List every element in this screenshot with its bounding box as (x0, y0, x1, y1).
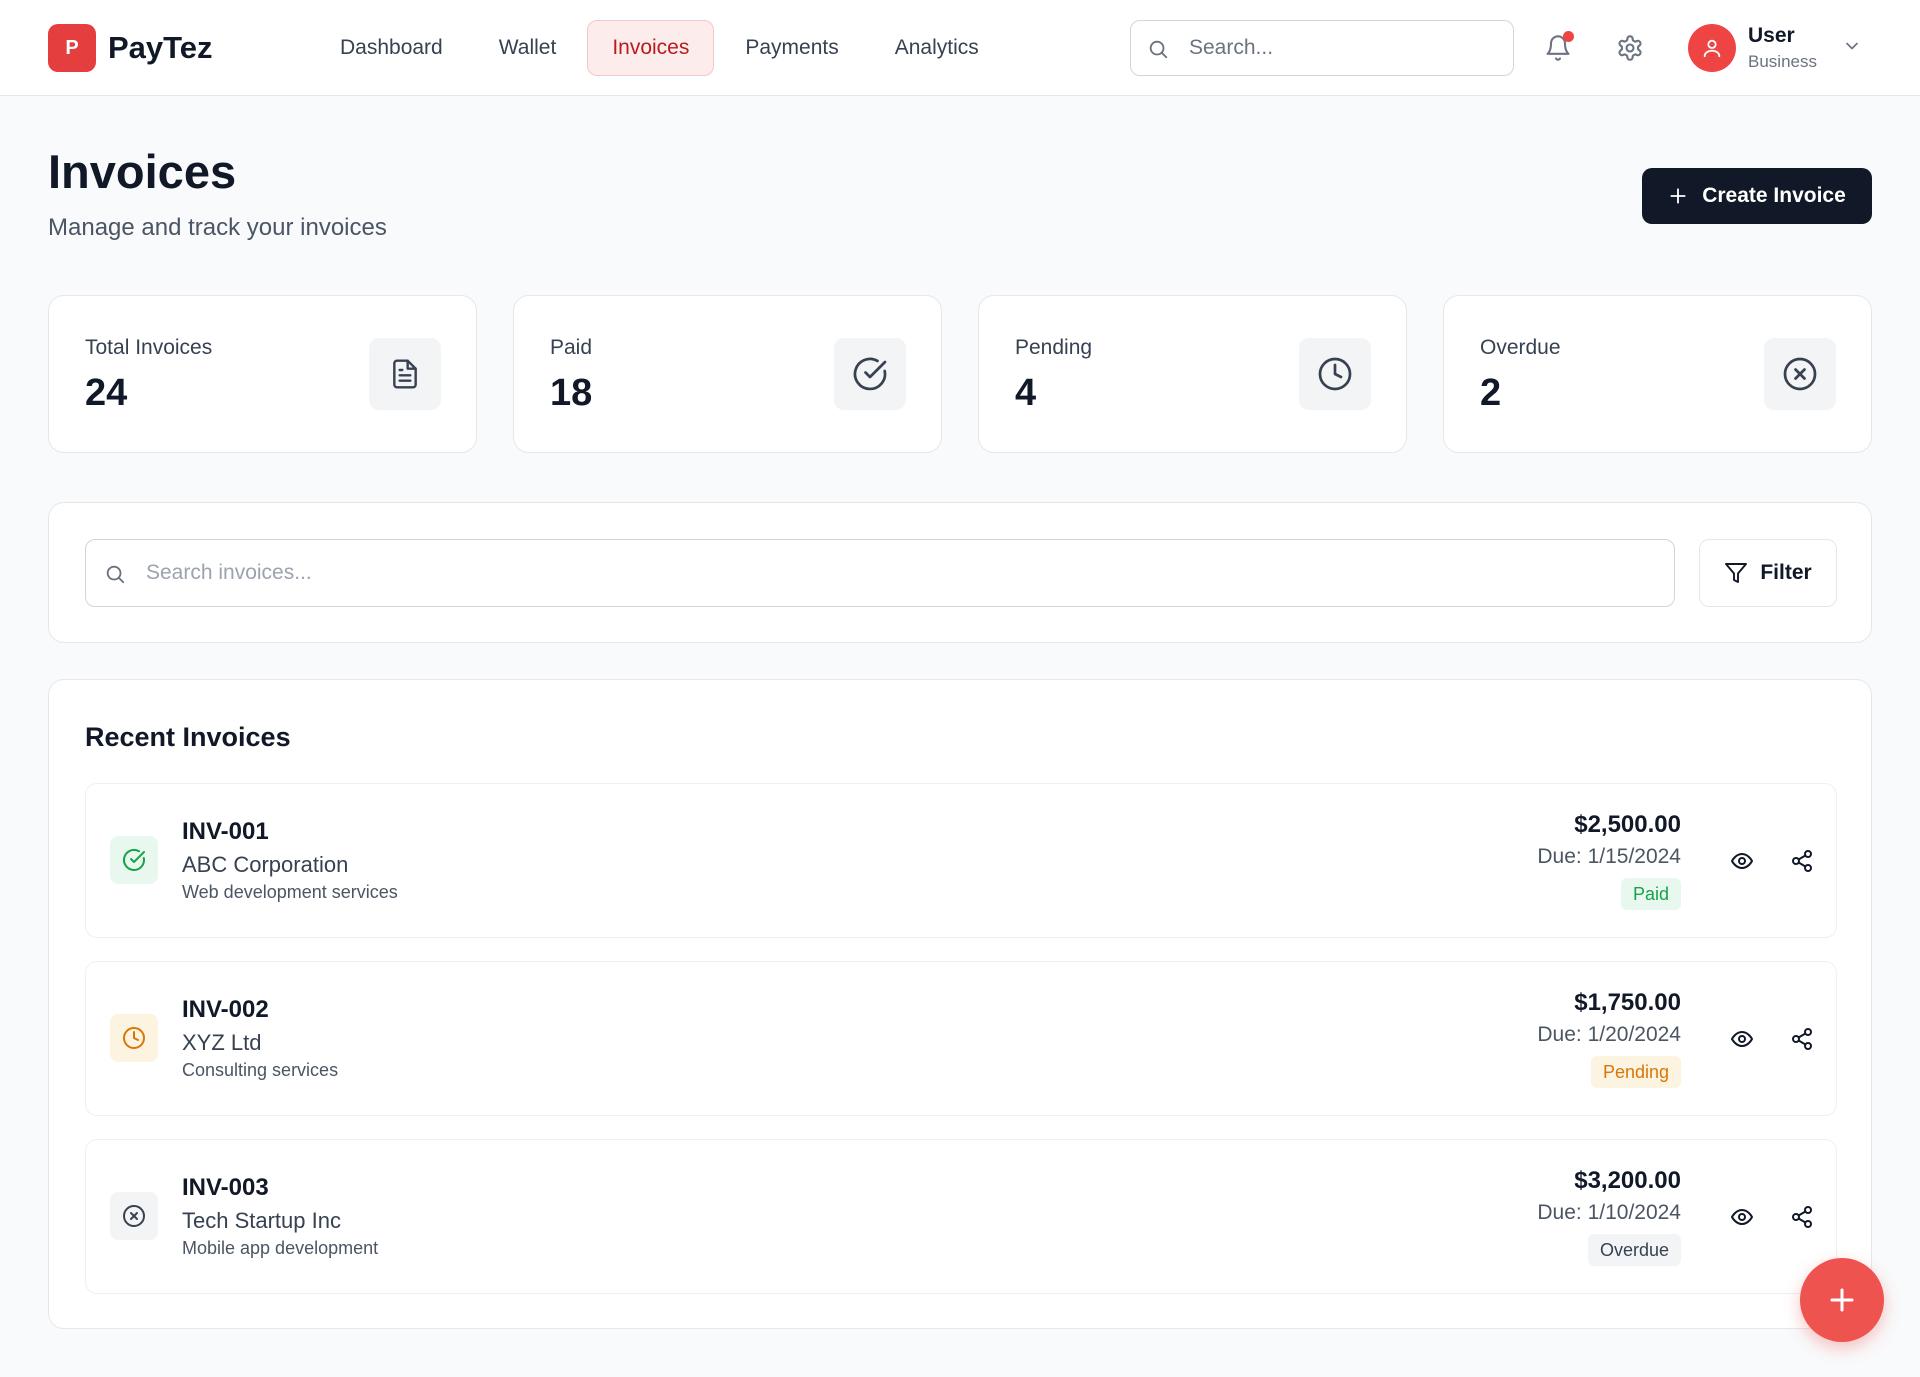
stat-label: Pending (1015, 336, 1093, 359)
status-icon-box (110, 1014, 158, 1062)
filter-label: Filter (1760, 561, 1812, 584)
invoice-client: XYZ Ltd (182, 1030, 262, 1055)
invoice-search (85, 539, 1675, 607)
global-search (1130, 20, 1514, 76)
check-circle-icon (853, 357, 887, 391)
nav-item-payments[interactable]: Payments (720, 20, 863, 76)
brand-name: PayTez (108, 30, 213, 65)
share-icon (1792, 1028, 1812, 1050)
stat-icon-box (1299, 338, 1371, 410)
x-circle-icon (123, 1205, 145, 1227)
share-icon (1792, 1206, 1812, 1228)
global-search-input[interactable] (1189, 21, 1499, 75)
document-icon (393, 359, 417, 389)
avatar (1688, 24, 1736, 72)
filter-icon (1725, 563, 1748, 583)
plus-icon (1670, 188, 1686, 204)
gear-icon (1618, 35, 1642, 61)
page-title: Invoices (48, 145, 237, 198)
search-icon (1149, 40, 1168, 59)
clock-icon (123, 1027, 145, 1049)
stat-label: Paid (550, 336, 593, 359)
stat-icon-box (1764, 338, 1836, 410)
stat-value: 4 (1015, 372, 1037, 414)
filter-button[interactable]: Filter (1699, 539, 1837, 607)
clock-icon (1318, 357, 1352, 391)
share-invoice-button[interactable] (1784, 1199, 1820, 1235)
top-navigation-bar: P PayTez Dashboard Wallet Invoices Payme… (0, 0, 1920, 96)
view-invoice-button[interactable] (1724, 1199, 1760, 1235)
stat-card-paid: Paid 18 (513, 295, 942, 453)
page-subtitle: Manage and track your invoices (48, 214, 387, 241)
nav-item-dashboard[interactable]: Dashboard (315, 20, 468, 76)
share-invoice-button[interactable] (1784, 843, 1820, 879)
floating-add-button[interactable] (1800, 1258, 1884, 1342)
invoice-id: INV-003 (182, 1174, 269, 1201)
stat-icon-box (834, 338, 906, 410)
notification-dot (1563, 31, 1574, 42)
stat-card-pending: Pending 4 (978, 295, 1407, 453)
notifications-button[interactable] (1538, 28, 1578, 68)
invoice-client: ABC Corporation (182, 852, 349, 877)
view-invoice-button[interactable] (1724, 1021, 1760, 1057)
invoice-due-date: Due: 1/15/2024 (1537, 845, 1681, 868)
status-icon-box (110, 836, 158, 884)
invoice-description: Web development services (182, 882, 398, 902)
invoice-amount: $1,750.00 (1574, 989, 1681, 1016)
nav-item-invoices[interactable]: Invoices (587, 20, 715, 76)
x-circle-icon (1783, 357, 1817, 391)
stat-label: Overdue (1480, 336, 1561, 359)
invoice-row[interactable]: INV-003 Tech Startup Inc Mobile app deve… (85, 1139, 1837, 1294)
stat-value: 2 (1480, 372, 1502, 414)
user-name: User (1748, 24, 1795, 47)
user-role: Business (1748, 52, 1817, 71)
eye-icon (1731, 1031, 1753, 1047)
create-invoice-button[interactable]: Create Invoice (1642, 168, 1872, 224)
status-badge: Paid (1620, 878, 1681, 910)
share-invoice-button[interactable] (1784, 1021, 1820, 1057)
stat-card-overdue: Overdue 2 (1443, 295, 1872, 453)
search-icon (106, 565, 125, 584)
settings-button[interactable] (1610, 28, 1650, 68)
invoice-amount: $3,200.00 (1574, 1167, 1681, 1194)
check-circle-icon (123, 848, 145, 871)
recent-invoices-card: Recent Invoices INV-001 ABC Corporation … (48, 679, 1872, 1329)
invoice-client: Tech Startup Inc (182, 1208, 341, 1233)
invoice-amount: $2,500.00 (1574, 811, 1681, 838)
stat-value: 24 (85, 372, 128, 414)
invoice-id: INV-001 (182, 818, 269, 845)
invoice-filter-card: Filter (48, 502, 1872, 643)
brand[interactable]: P PayTez (48, 24, 213, 72)
main-nav: Dashboard Wallet Invoices Payments Analy… (315, 20, 1010, 76)
status-badge: Overdue (1587, 1234, 1681, 1266)
stat-card-total: Total Invoices 24 (48, 295, 477, 453)
invoice-description: Consulting services (182, 1060, 339, 1080)
user-icon (1703, 39, 1721, 58)
invoice-description: Mobile app development (182, 1238, 379, 1258)
nav-item-analytics[interactable]: Analytics (870, 20, 1004, 76)
user-menu[interactable]: User Business (1688, 22, 1868, 74)
stat-icon-box (369, 338, 441, 410)
invoice-search-input[interactable] (146, 540, 1646, 606)
chevron-down-icon (1846, 42, 1858, 50)
eye-icon (1731, 853, 1753, 869)
invoice-row[interactable]: INV-001 ABC Corporation Web development … (85, 783, 1837, 938)
invoice-id: INV-002 (182, 996, 269, 1023)
share-icon (1792, 850, 1812, 872)
brand-logo: P (48, 24, 96, 72)
status-icon-box (110, 1192, 158, 1240)
invoice-due-date: Due: 1/20/2024 (1537, 1023, 1681, 1046)
create-invoice-label: Create Invoice (1702, 184, 1846, 207)
invoice-due-date: Due: 1/10/2024 (1537, 1201, 1681, 1224)
status-badge: Pending (1590, 1056, 1681, 1088)
view-invoice-button[interactable] (1724, 843, 1760, 879)
invoice-row[interactable]: INV-002 XYZ Ltd Consulting services $1,7… (85, 961, 1837, 1116)
stat-label: Total Invoices (85, 336, 213, 359)
stat-value: 18 (550, 372, 593, 414)
recent-invoices-title: Recent Invoices (85, 722, 291, 752)
eye-icon (1731, 1209, 1753, 1225)
plus-icon (1830, 1288, 1854, 1312)
nav-item-wallet[interactable]: Wallet (474, 20, 582, 76)
